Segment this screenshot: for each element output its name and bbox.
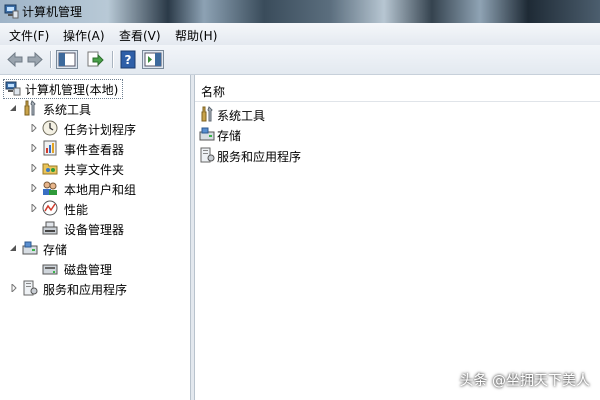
expand-arrow-icon[interactable] — [10, 284, 18, 292]
tools-icon — [201, 106, 213, 122]
menu-view[interactable]: 查看(V) — [119, 27, 161, 44]
tree-item-shared-folders[interactable]: 共享文件夹 — [28, 159, 178, 178]
tree-item-root[interactable]: 计算机管理(本地) — [4, 79, 184, 98]
event-viewer-icon — [43, 140, 57, 156]
action-pane-icon[interactable] — [142, 50, 164, 69]
tree-label-local-users: 本地用户和组 — [64, 183, 137, 197]
expand-arrow-icon[interactable] — [30, 144, 38, 152]
title-bar[interactable]: 计算机管理 — [0, 0, 600, 23]
svg-text:?: ? — [125, 53, 132, 67]
tree-label-system-tools: 系统工具 — [43, 103, 92, 117]
tree-item-task-scheduler[interactable]: 任务计划程序 — [28, 119, 178, 138]
menu-help[interactable]: 帮助(H) — [175, 27, 217, 44]
tree-label-event-viewer: 事件查看器 — [64, 143, 125, 157]
window-title: 计算机管理 — [22, 5, 83, 19]
storage-icon — [199, 127, 215, 141]
tree-item-storage[interactable]: 存储 — [8, 239, 178, 258]
tree-item-disk-management[interactable]: 磁盘管理 — [28, 259, 178, 278]
tree-label-task-scheduler: 任务计划程序 — [64, 123, 137, 137]
menu-file[interactable]: 文件(F) — [9, 27, 49, 44]
column-header-name[interactable]: 名称 — [195, 79, 600, 102]
tree-label-device-manager: 设备管理器 — [64, 223, 125, 237]
navigation-tree: 计算机管理(本地) 系统工具 任务计划程序 事件查看器 共享文件夹 本地用户和组… — [0, 75, 191, 400]
storage-icon — [22, 241, 38, 255]
help-icon[interactable]: ? — [120, 50, 136, 69]
menu-bar: 文件(F) 操作(A) 查看(V) 帮助(H) — [0, 23, 600, 46]
list-label-system-tools: 系统工具 — [217, 109, 266, 123]
services-icon — [23, 280, 38, 296]
forward-arrow-icon[interactable] — [26, 50, 44, 69]
expand-arrow-icon[interactable] — [30, 204, 38, 212]
export-list-icon[interactable] — [86, 50, 104, 69]
tools-icon — [24, 100, 36, 116]
back-arrow-icon[interactable] — [6, 50, 24, 69]
tree-label-performance: 性能 — [64, 203, 89, 217]
toolbar: ? — [0, 45, 600, 75]
expand-arrow-icon[interactable] — [30, 124, 38, 132]
list-label-services-apps: 服务和应用程序 — [217, 150, 302, 164]
watermark-text: 头条 @坐拥天下美人 — [459, 373, 590, 389]
menu-action[interactable]: 操作(A) — [63, 27, 105, 44]
details-list: 名称 系统工具 存储 服务和应用程序 — [195, 75, 600, 400]
users-icon — [43, 181, 57, 195]
tree-item-device-manager[interactable]: 设备管理器 — [28, 219, 178, 238]
tree-label-disk-management: 磁盘管理 — [64, 263, 113, 277]
expand-arrow-icon[interactable] — [30, 164, 38, 172]
tree-item-services-apps[interactable]: 服务和应用程序 — [8, 279, 178, 298]
tree-label-shared-folders: 共享文件夹 — [64, 163, 125, 177]
shared-folder-icon — [42, 163, 58, 175]
computer-management-icon — [4, 4, 19, 19]
services-icon — [200, 147, 215, 163]
tree-label-root: 计算机管理(本地) — [25, 83, 119, 97]
tree-item-system-tools[interactable]: 系统工具 — [8, 99, 178, 118]
column-label-name: 名称 — [201, 85, 226, 99]
tree-item-event-viewer[interactable]: 事件查看器 — [28, 139, 178, 158]
disk-icon — [42, 264, 58, 275]
computer-management-icon — [5, 81, 21, 96]
clock-icon — [42, 120, 58, 136]
device-manager-icon — [42, 221, 58, 235]
collapse-arrow-icon[interactable] — [9, 104, 17, 112]
show-hide-tree-icon[interactable] — [56, 50, 78, 69]
tree-item-performance[interactable]: 性能 — [28, 199, 178, 218]
performance-icon — [42, 200, 58, 216]
collapse-arrow-icon[interactable] — [9, 244, 17, 252]
expand-arrow-icon[interactable] — [30, 184, 38, 192]
tree-label-storage: 存储 — [43, 243, 68, 257]
tree-item-local-users[interactable]: 本地用户和组 — [28, 179, 178, 198]
tree-label-services-apps: 服务和应用程序 — [43, 283, 128, 297]
list-label-storage: 存储 — [217, 129, 242, 143]
